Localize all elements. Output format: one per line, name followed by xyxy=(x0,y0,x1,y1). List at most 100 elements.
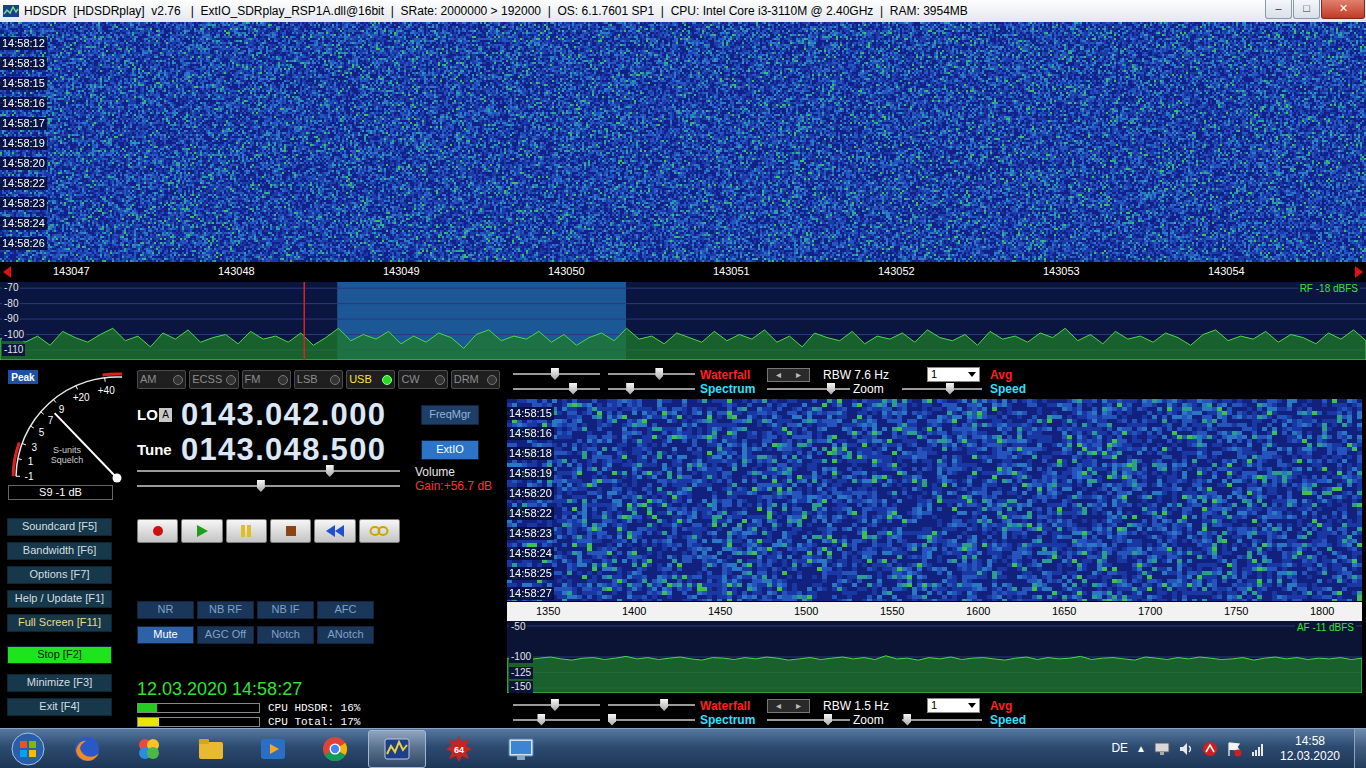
function-button[interactable]: Full Screen [F11] xyxy=(7,614,112,632)
volume-slider-thumb[interactable] xyxy=(257,480,265,492)
mode-button[interactable]: LSB xyxy=(294,370,343,389)
function-button[interactable]: Options [F7] xyxy=(7,566,112,584)
spectrum-contrast-slider[interactable] xyxy=(513,714,600,727)
function-button[interactable]: Help / Update [F1] xyxy=(7,590,112,608)
waterfall-brightness-slider[interactable] xyxy=(608,368,695,381)
taskbar-button[interactable] xyxy=(244,730,302,768)
waterfall-brightness-slider-thumb[interactable] xyxy=(655,368,663,380)
close-button[interactable]: ✕ xyxy=(1321,0,1365,19)
mode-label[interactable]: ECSS xyxy=(192,373,222,386)
spectrum-contrast-slider-thumb[interactable] xyxy=(537,714,545,726)
start-button[interactable] xyxy=(2,730,54,768)
dsp-button[interactable]: AFC xyxy=(317,601,374,619)
tune-slider-thumb[interactable] xyxy=(326,465,334,477)
decrease-button[interactable]: ◂ xyxy=(776,700,781,712)
rf-frequency-scale[interactable]: 1430471430481430491430501430511430521430… xyxy=(0,262,1366,282)
zoom-slider-thumb[interactable] xyxy=(824,714,832,726)
lo-frequency[interactable]: 0143.042.000 xyxy=(181,400,403,429)
zoom-slider-thumb[interactable] xyxy=(827,383,835,395)
waterfall-contrast-slider-thumb[interactable] xyxy=(551,368,559,380)
rbw-stepper[interactable]: ◂▸ xyxy=(767,368,810,382)
record-button[interactable] xyxy=(137,519,178,543)
mode-button[interactable]: USB xyxy=(346,370,395,389)
mode-label[interactable]: DRM xyxy=(454,373,479,386)
scroll-right-icon[interactable] xyxy=(1355,266,1363,278)
maximize-button[interactable]: □ xyxy=(1293,0,1320,19)
spectrum-brightness-slider-thumb[interactable] xyxy=(626,383,634,395)
dsp-button[interactable]: Mute xyxy=(137,626,194,644)
dsp-button[interactable]: NR xyxy=(137,601,194,619)
spectrum-brightness-slider-thumb[interactable] xyxy=(608,714,616,726)
rbw-stepper[interactable]: ◂▸ xyxy=(767,699,810,713)
rewind-button[interactable] xyxy=(314,519,355,543)
mode-label[interactable]: CW xyxy=(401,373,419,386)
scroll-left-icon[interactable] xyxy=(3,266,11,278)
peak-button[interactable] xyxy=(8,370,38,384)
mode-label[interactable]: AM xyxy=(140,373,157,386)
taskbar-button[interactable] xyxy=(182,730,240,768)
stop-button[interactable] xyxy=(270,519,311,543)
spectrum-contrast-slider-thumb[interactable] xyxy=(569,383,577,395)
network-icon[interactable] xyxy=(1250,741,1266,757)
waterfall-image[interactable] xyxy=(507,399,1362,601)
dsp-button[interactable]: NB RF xyxy=(197,601,254,619)
dropdown-icon[interactable] xyxy=(968,372,976,377)
function-button[interactable]: Bandwidth [F6] xyxy=(7,542,112,560)
function-button[interactable]: Soundcard [F5] xyxy=(7,518,112,536)
antivirus-icon[interactable] xyxy=(1202,741,1218,757)
show-desktop-button[interactable] xyxy=(1354,729,1366,768)
flag-icon[interactable] xyxy=(1226,741,1242,757)
function-button[interactable]: Minimize [F3] xyxy=(7,674,112,692)
waterfall-contrast-slider[interactable] xyxy=(513,368,600,381)
volume-slider[interactable] xyxy=(137,480,400,493)
pause-button[interactable] xyxy=(226,519,267,543)
function-button[interactable]: Exit [F4] xyxy=(7,698,112,716)
dsp-button[interactable]: AGC Off xyxy=(197,626,254,644)
decrease-button[interactable]: ◂ xyxy=(776,369,781,381)
loop-button[interactable] xyxy=(359,519,400,543)
average-select[interactable]: 1 xyxy=(927,698,980,713)
spectrum-plot[interactable] xyxy=(507,621,1362,693)
freqmgr-button[interactable]: FreqMgr xyxy=(421,405,479,425)
audio-spectrum[interactable]: -50-100-125-150AF -11 dBFS xyxy=(507,621,1362,693)
waterfall-brightness-slider-thumb[interactable] xyxy=(660,699,668,711)
spectrum-brightness-slider[interactable] xyxy=(608,383,695,396)
rf-spectrum[interactable]: -70-80-90-100-110RF -18 dBFS xyxy=(0,282,1366,360)
clock-time[interactable]: 14:58 xyxy=(1274,734,1346,749)
taskbar-clock[interactable]: 14:5812.03.2020 xyxy=(1274,734,1346,764)
taskbar-button[interactable] xyxy=(368,730,426,768)
peak-label[interactable]: Peak xyxy=(11,372,35,383)
audio-frequency-scale[interactable]: 1350140014501500155016001650170017501800 xyxy=(507,602,1362,621)
taskbar-button[interactable] xyxy=(306,730,364,768)
mode-button[interactable]: DRM xyxy=(451,370,500,389)
increase-button[interactable]: ▸ xyxy=(796,700,801,712)
dsp-button[interactable]: ANotch xyxy=(317,626,374,644)
rf-waterfall[interactable]: 14:58:1214:58:1314:58:1514:58:1614:58:17… xyxy=(0,22,1366,262)
zoom-slider[interactable] xyxy=(767,383,850,396)
monitor-icon[interactable] xyxy=(1154,741,1170,757)
mode-button[interactable]: AM xyxy=(137,370,186,389)
mode-button[interactable]: ECSS xyxy=(189,370,238,389)
speaker-icon[interactable] xyxy=(1178,741,1194,757)
dsp-button[interactable]: Notch xyxy=(257,626,314,644)
taskbar-button[interactable]: 64 xyxy=(430,730,488,768)
dropdown-icon[interactable] xyxy=(968,703,976,708)
taskbar-button[interactable] xyxy=(58,730,116,768)
dsp-button[interactable]: NB IF xyxy=(257,601,314,619)
average-value[interactable]: 1 xyxy=(931,368,937,380)
speed-slider-thumb[interactable] xyxy=(946,383,954,395)
squelch-knob[interactable] xyxy=(113,474,122,483)
lo-bank[interactable]: A xyxy=(159,408,172,422)
mode-button[interactable]: FM xyxy=(242,370,291,389)
spectrum-brightness-slider[interactable] xyxy=(608,714,695,727)
tune-frequency[interactable]: 0143.048.500 xyxy=(181,435,403,464)
tune-slider[interactable] xyxy=(137,465,400,478)
show-hidden-icons[interactable]: ▲ xyxy=(1136,743,1146,755)
mode-label[interactable]: LSB xyxy=(297,373,318,386)
taskbar-button[interactable] xyxy=(492,730,550,768)
spectrum-plot[interactable] xyxy=(0,282,1366,360)
speed-slider[interactable] xyxy=(902,714,982,727)
extio-button[interactable]: ExtIO xyxy=(421,440,479,460)
increase-button[interactable]: ▸ xyxy=(796,369,801,381)
average-value[interactable]: 1 xyxy=(931,699,937,711)
